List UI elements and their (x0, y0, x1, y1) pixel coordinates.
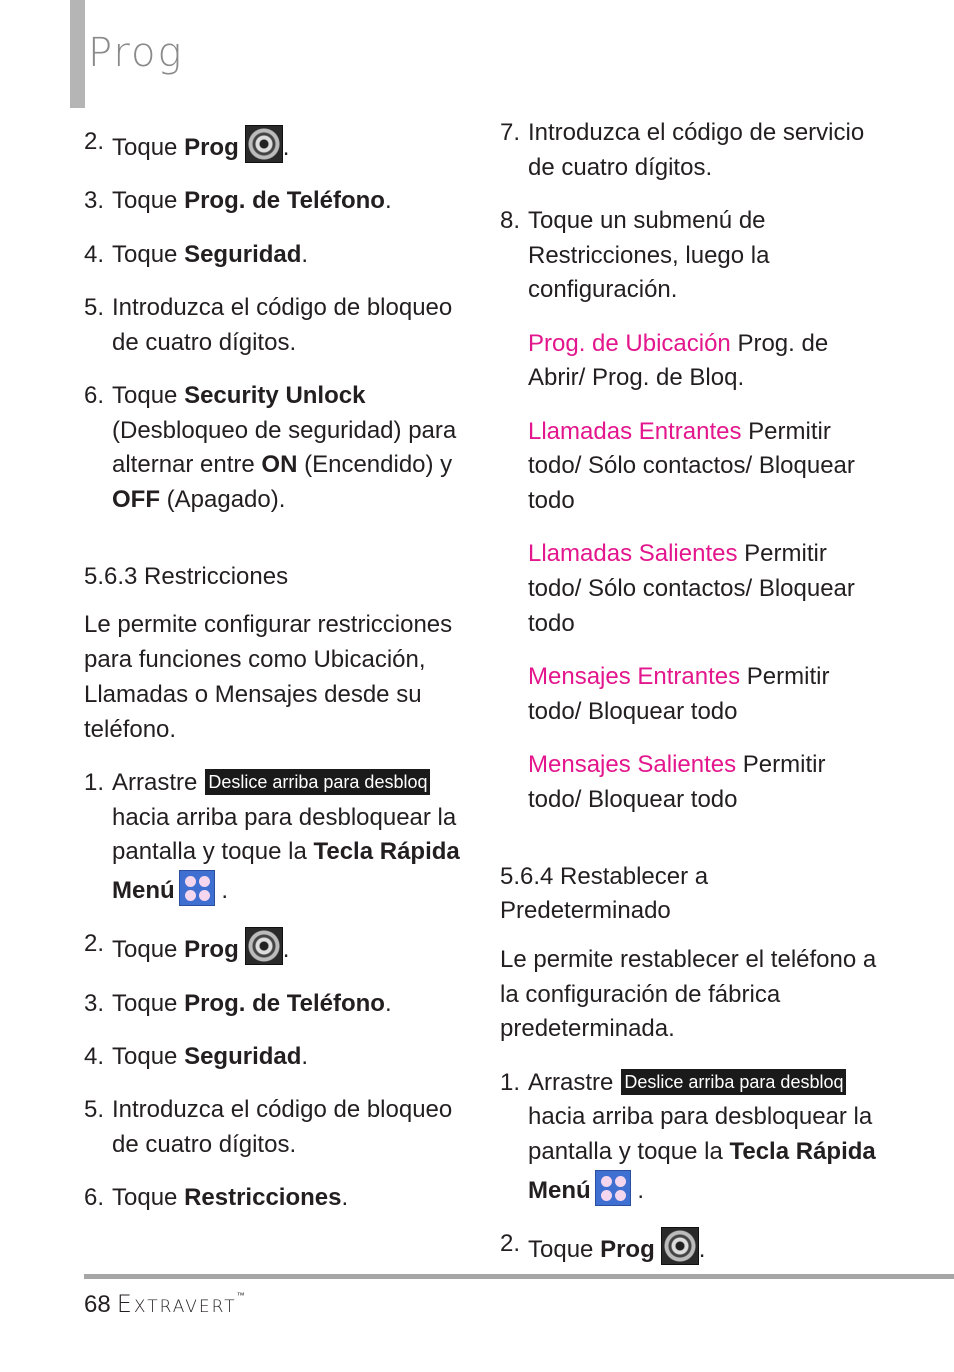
gear-icon (244, 125, 283, 163)
step-number: 8. (500, 207, 521, 234)
step-number: 2. (84, 128, 105, 155)
step-number: 5. (84, 293, 105, 321)
submenu-label: Mensajes Salientes (528, 751, 737, 779)
step-text: Toque (112, 989, 185, 1017)
step-keyword: Security Unlock (184, 381, 366, 409)
step-punct: . (384, 187, 392, 215)
step: 6. Toque Security Unlock (Desbloqueo de … (84, 379, 464, 518)
left-column: 2. Toque Prog. 3. Toque Prog. de Teléfon… (84, 125, 464, 1234)
step-punct: . (698, 1236, 706, 1264)
menu-grid-icon (178, 869, 215, 906)
section-heading: 5.6.3 Restricciones (84, 562, 289, 590)
step-text: Introduzca el código de bloqueo de cuatr… (112, 1096, 453, 1158)
submenu-label: Prog. de Ubicación (528, 329, 731, 357)
step: 2. Toque Prog. (84, 927, 464, 968)
step-text: Toque (528, 1236, 601, 1264)
step-text: (Encendido) y (297, 451, 453, 479)
step-keyword: OFF (112, 486, 160, 513)
step-text: Toque (112, 936, 185, 964)
step-text: Toque un submenú de Restricciones, luego… (528, 207, 770, 304)
step-text: Arrastre (112, 768, 198, 796)
submenu-label: Mensajes Entrantes (528, 663, 741, 691)
step-keyword: Prog (184, 936, 239, 964)
footer-divider (84, 1274, 954, 1279)
step-text: (Apagado). (160, 486, 286, 513)
step-punct: . (301, 240, 309, 268)
step: 1. Arrastre Deslice arriba para desbloq h… (84, 766, 464, 909)
step-keyword: Restricciones (184, 1184, 342, 1212)
page-title: Prog (88, 30, 184, 76)
submenu-item: Llamadas Entrantes Permitir todo/ Sólo c… (528, 415, 880, 519)
step: 6. Toque Restricciones. (84, 1181, 464, 1216)
page-number: 68 (84, 1291, 111, 1318)
step: 8. Toque un submenú de Restricciones, lu… (500, 204, 880, 308)
step-punct: . (637, 1176, 645, 1204)
step-keyword: Seguridad (184, 240, 302, 268)
submenu-label: Llamadas Salientes (528, 540, 738, 568)
step: 4. Toque Seguridad. (84, 1040, 464, 1075)
step-number: 6. (84, 1184, 105, 1212)
step-text: Toque (112, 187, 185, 215)
step-text: Toque (112, 381, 185, 409)
step-number: 1. (84, 768, 105, 796)
step-text: Introduzca el código de servicio de cuat… (528, 119, 865, 181)
step: 7. Introduzca el código de servicio de c… (500, 116, 880, 185)
section-paragraph: Le permite configurar restricciones para… (84, 611, 453, 743)
step: 3. Toque Prog. de Teléfono. (84, 184, 464, 219)
section-paragraph: Le permite restablecer el teléfono a la … (500, 945, 877, 1043)
step-text: Introduzca el código de bloqueo de cuatr… (112, 293, 453, 356)
step-number: 4. (84, 1042, 105, 1070)
step: 4. Toque Seguridad. (84, 238, 464, 273)
brand-name: Extravert (116, 1290, 237, 1318)
gear-icon (660, 1227, 699, 1266)
gear-icon (244, 927, 283, 966)
step-number: 4. (84, 240, 105, 268)
step-number: 1. (500, 1068, 521, 1096)
section-heading: 5.6.4 Restablecer a Predeterminado (500, 862, 709, 925)
submenu-item: Mensajes Entrantes Permitir todo/ Bloque… (528, 660, 880, 729)
step: 2. Toque Prog. (500, 1227, 880, 1268)
title-accent-bar (70, 0, 85, 108)
step-text: Arrastre (528, 1068, 614, 1096)
step-text: Toque (112, 240, 185, 268)
trademark-symbol: ™ (236, 1291, 245, 1300)
step: 2. Toque Prog. (84, 125, 464, 166)
step-keyword: Prog. de Teléfono (184, 989, 385, 1017)
step-text: Toque (112, 134, 185, 161)
step-punct: . (282, 936, 290, 964)
step-number: 5. (84, 1096, 105, 1124)
step-number: 3. (84, 989, 105, 1017)
step-keyword: ON (261, 451, 298, 479)
step-number: 7. (500, 119, 521, 146)
page-footer: 68 Extravert™ (84, 1290, 245, 1319)
step-punct: . (301, 1042, 309, 1070)
right-column: 7. Introduzca el código de servicio de c… (500, 116, 880, 1286)
step-number: 6. (84, 381, 105, 409)
step-punct: . (384, 989, 392, 1017)
step-number: 2. (84, 930, 105, 958)
step-keyword: Prog (600, 1236, 655, 1264)
step-punct: . (221, 876, 229, 904)
submenu-item: Llamadas Salientes Permitir todo/ Sólo c… (528, 537, 880, 641)
menu-grid-icon (594, 1169, 631, 1206)
step-number: 2. (500, 1230, 521, 1258)
unlock-slider-graphic: Deslice arriba para desbloq (205, 768, 431, 795)
step: 5. Introduzca el código de bloqueo de cu… (84, 291, 464, 360)
step-punct: . (341, 1184, 349, 1212)
step-punct: . (282, 134, 290, 161)
step: 5. Introduzca el código de bloqueo de cu… (84, 1093, 464, 1162)
step-keyword: Prog (184, 134, 239, 161)
step-text: Toque (112, 1042, 185, 1070)
step-text: Toque (112, 1184, 185, 1212)
step: 3. Toque Prog. de Teléfono. (84, 987, 464, 1022)
submenu-item: Mensajes Salientes Permitir todo/ Bloque… (528, 748, 880, 817)
unlock-slider-graphic: Deslice arriba para desbloq (621, 1068, 847, 1095)
submenu-label: Llamadas Entrantes (528, 417, 742, 445)
step: 1. Arrastre Deslice arriba para desbloq h… (500, 1066, 880, 1209)
submenu-item: Prog. de Ubicación Prog. de Abrir/ Prog.… (528, 327, 880, 396)
step-keyword: Seguridad (184, 1042, 302, 1070)
step-keyword: Prog. de Teléfono (184, 187, 385, 215)
step-number: 3. (84, 187, 105, 215)
